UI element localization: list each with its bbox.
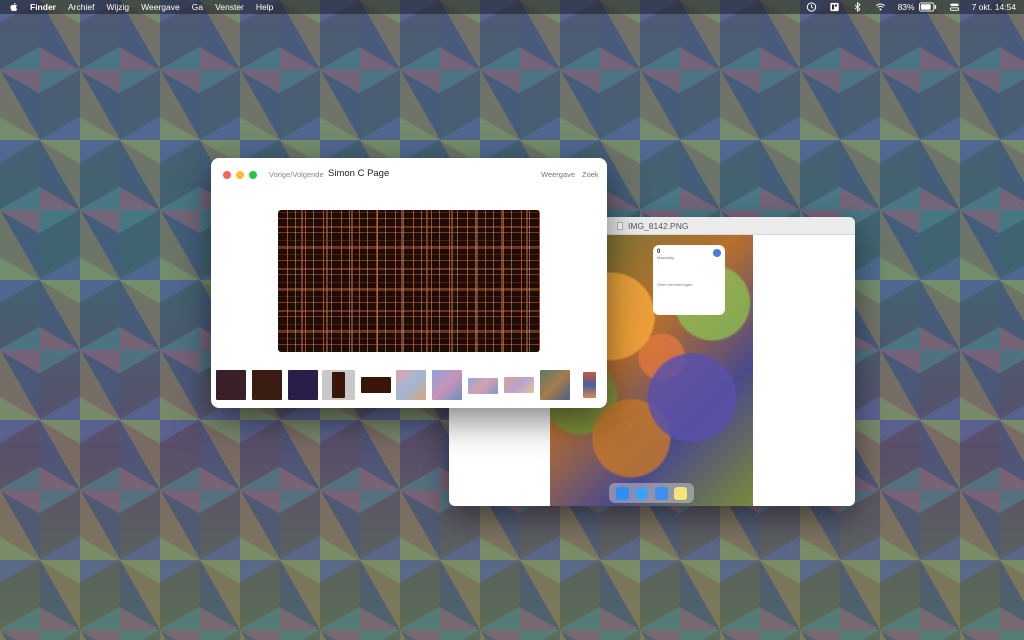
view-button[interactable]: Weergave (541, 170, 575, 179)
window-title: IMG_8142.PNG (628, 220, 689, 231)
zoom-button[interactable] (249, 171, 257, 179)
close-button[interactable] (223, 171, 231, 179)
thumbnail[interactable] (216, 370, 246, 400)
menu-help[interactable]: Help (256, 2, 273, 12)
window-title: Simon C Page (328, 168, 390, 179)
mail-icon (654, 486, 668, 500)
menu-app-finder[interactable]: Finder (30, 2, 56, 12)
previous-next-button[interactable]: Vorige/Volgende (269, 170, 324, 179)
files-icon (615, 486, 629, 500)
thumbnail-strip (215, 370, 605, 404)
thumbnail[interactable] (361, 370, 391, 400)
quicklook-window[interactable]: Vorige/Volgende Simon C Page Weergave Zo… (211, 158, 607, 408)
reminders-widget: 0 Maandag Geen herinneringen (653, 245, 725, 315)
widget-note: Geen herinneringen (657, 282, 693, 287)
window-controls (223, 171, 262, 179)
battery-status[interactable]: 83% (898, 2, 937, 12)
menu-ga[interactable]: Ga (192, 2, 203, 12)
thumbnail[interactable] (468, 370, 498, 400)
thumbnail[interactable] (252, 370, 282, 400)
document-icon (617, 221, 623, 230)
battery-icon (918, 2, 936, 12)
thumbnail[interactable] (583, 370, 599, 400)
minimize-button[interactable] (236, 171, 244, 179)
reminders-icon (713, 249, 721, 257)
apple-icon[interactable] (8, 2, 18, 13)
menu-venster[interactable]: Venster (215, 2, 244, 12)
dock (609, 483, 694, 503)
wifi-icon[interactable] (875, 2, 886, 12)
menu-weergave[interactable]: Weergave (141, 2, 180, 12)
bluetooth-icon[interactable] (852, 2, 863, 12)
menu-bar: Finder Archief Wijzig Weergave Ga Venste… (0, 0, 1024, 14)
thumbnail[interactable] (504, 370, 534, 400)
widget-caption: Maandag (657, 255, 674, 260)
clock-icon[interactable] (806, 2, 817, 12)
thumbnail[interactable] (540, 370, 570, 400)
safari-icon (635, 486, 649, 500)
thumbnail[interactable] (288, 370, 318, 400)
control-center-icon[interactable] (949, 2, 960, 12)
thumbnail[interactable] (432, 370, 462, 400)
notes-icon (674, 486, 688, 500)
battery-percentage: 83% (897, 2, 915, 12)
thumbnail[interactable] (396, 370, 426, 400)
menubar-datetime[interactable]: 7 okt. 14:54 (972, 2, 1016, 12)
window-layout-icon[interactable] (829, 2, 840, 12)
preview-image (278, 210, 540, 352)
menu-archief[interactable]: Archief (68, 2, 94, 12)
thumbnail-selected[interactable] (322, 370, 355, 400)
menu-wijzig[interactable]: Wijzig (106, 2, 129, 12)
search-button[interactable]: Zoek (582, 170, 599, 179)
